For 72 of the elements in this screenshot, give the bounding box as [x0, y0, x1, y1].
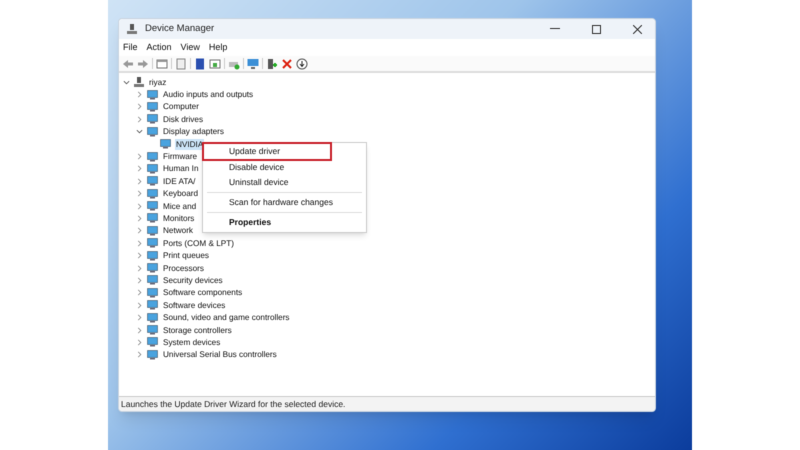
tree-item[interactable]: Processors [162, 262, 205, 274]
tree-item[interactable]: System devices [162, 336, 222, 348]
document-icon[interactable] [175, 58, 187, 70]
device-icon [147, 325, 158, 335]
menu-item[interactable]: Action [146, 40, 172, 54]
menu-item[interactable]: Help [208, 40, 228, 54]
device-icon [147, 102, 158, 112]
tree-item[interactable]: NVIDIA [175, 138, 204, 150]
window-title: Device Manager [145, 22, 214, 36]
device-icon [160, 139, 171, 150]
chevron-down-icon[interactable] [123, 78, 130, 86]
tree-item[interactable]: Software components [162, 287, 244, 298]
menu-option[interactable]: Disable device [204, 160, 365, 175]
close-icon[interactable] [633, 24, 642, 34]
tree-item[interactable]: Firmware [162, 151, 198, 162]
device-icon [147, 188, 158, 199]
tree-item[interactable]: IDE ATA/ [162, 176, 196, 187]
back-arrow-icon[interactable] [122, 58, 134, 70]
monitor-icon[interactable] [247, 58, 259, 70]
device-icon [147, 90, 158, 100]
chevron-down-icon[interactable] [136, 128, 143, 136]
tree-item[interactable]: Disk drives [162, 114, 204, 125]
maximize-icon[interactable] [592, 24, 601, 34]
tree-item[interactable]: Mice and [162, 200, 198, 212]
menu-option[interactable]: Update driver [204, 144, 330, 159]
tree-item[interactable]: Human In [162, 163, 200, 174]
menu-item[interactable]: View [180, 40, 200, 54]
device-icon [147, 176, 158, 186]
menu-option[interactable]: Uninstall device [204, 175, 365, 190]
device-icon [147, 288, 158, 298]
device-icon [147, 213, 158, 224]
device-icon [147, 238, 158, 248]
device-icon [147, 350, 158, 360]
device-icon [147, 250, 158, 261]
tree-item[interactable]: Sound, video and game controllers [162, 312, 291, 324]
device-icon [147, 300, 158, 310]
tree-item[interactable]: Network [162, 225, 194, 236]
menu-option[interactable]: Properties [204, 215, 365, 230]
device-icon [147, 312, 158, 323]
download-icon[interactable] [296, 58, 308, 70]
cross-icon[interactable] [281, 58, 293, 70]
minimize-icon[interactable] [550, 28, 560, 30]
device-icon [147, 201, 158, 212]
app-icon [127, 24, 137, 34]
tree-item[interactable]: Security devices [162, 274, 224, 286]
device-icon [147, 275, 158, 286]
device-icon [147, 226, 158, 236]
window-icon[interactable] [209, 58, 221, 70]
tree-item[interactable]: Print queues [162, 250, 210, 262]
device-icon [147, 263, 158, 274]
status-text: Launches the Update Driver Wizard for the selected device. [121, 398, 346, 410]
device-icon [147, 152, 158, 162]
tree-item[interactable]: riyaz [148, 76, 168, 88]
tree-item[interactable]: Display adapters [162, 126, 225, 138]
window-icon[interactable] [156, 58, 168, 70]
device-icon [147, 126, 158, 137]
menu-option[interactable]: Scan for hardware changes [204, 195, 365, 210]
tree-item[interactable]: Computer [162, 101, 200, 112]
device-icon [147, 114, 158, 124]
menu-item[interactable]: File [123, 40, 138, 54]
device-icon [147, 337, 158, 348]
device-icon [147, 164, 158, 174]
tree-item[interactable]: Software devices [162, 300, 226, 311]
tree-item[interactable]: Storage controllers [162, 324, 233, 336]
forward-arrow-icon[interactable] [137, 58, 149, 70]
tree-item[interactable]: Universal Serial Bus controllers [162, 349, 278, 360]
computer-icon [134, 76, 144, 88]
device-add-icon[interactable] [266, 58, 278, 70]
tree-item[interactable]: Ports (COM & LPT) [162, 238, 235, 249]
tree-item[interactable]: Monitors [162, 212, 196, 224]
tree-item[interactable]: Keyboard [162, 188, 200, 200]
tree-item[interactable]: Audio inputs and outputs [162, 89, 254, 100]
